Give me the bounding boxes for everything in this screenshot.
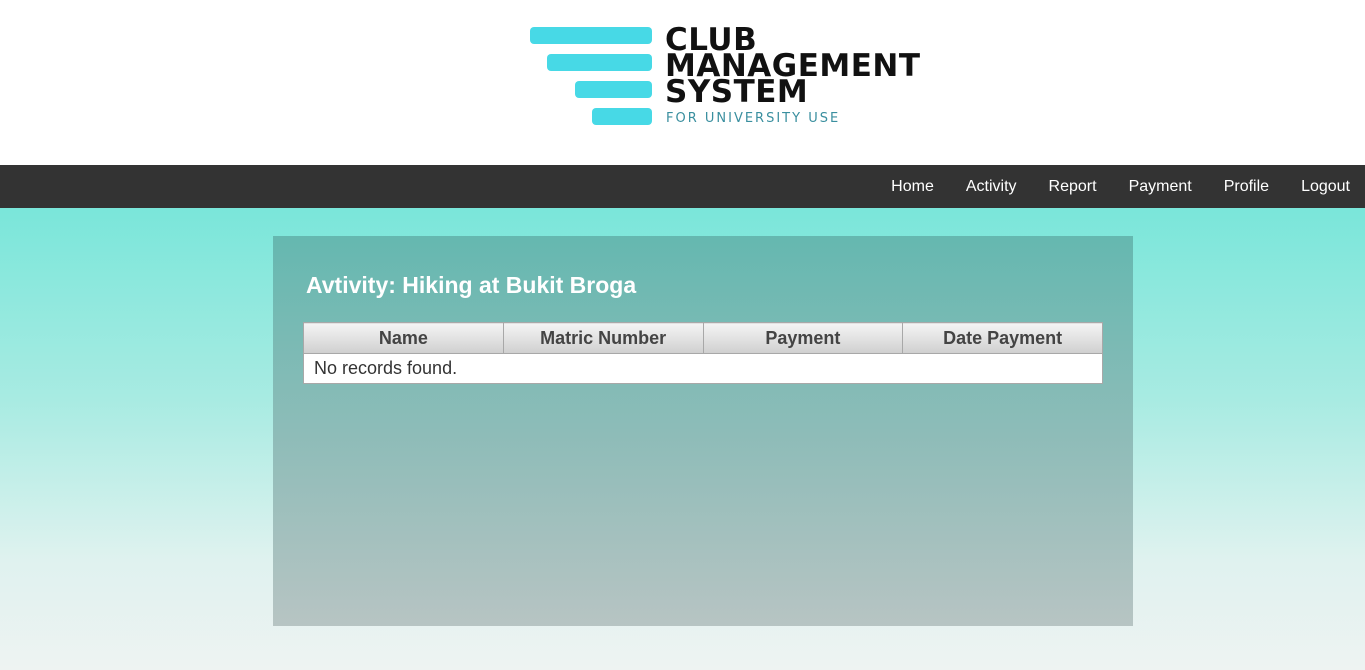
column-header-matric-number[interactable]: Matric Number [502, 322, 704, 354]
nav-report[interactable]: Report [1033, 165, 1113, 208]
nav-home[interactable]: Home [875, 165, 950, 208]
nav-activity[interactable]: Activity [950, 165, 1033, 208]
column-header-date-payment[interactable]: Date Payment [902, 322, 1103, 354]
table-row: No records found. [303, 353, 1103, 384]
column-header-payment[interactable]: Payment [702, 322, 904, 354]
club-management-logo[interactable]: CLUB MANAGEMENT SYSTEM FOR UNIVERSITY US… [530, 24, 1020, 129]
page-title: Avtivity: Hiking at Bukit Broga [306, 272, 637, 298]
content-panel: Avtivity: Hiking at Bukit Broga Name Mat… [273, 236, 1133, 626]
nav-payment[interactable]: Payment [1113, 165, 1208, 208]
nav-profile[interactable]: Profile [1208, 165, 1285, 208]
logo-stripe-icon [530, 27, 652, 44]
column-header-name[interactable]: Name [303, 322, 504, 354]
nav-logout[interactable]: Logout [1285, 165, 1365, 208]
logo-stripe-icon [547, 54, 652, 71]
top-navbar: Home Activity Report Payment Profile Log… [0, 165, 1365, 208]
payment-table: Name Matric Number Payment Date Payment … [303, 322, 1103, 384]
empty-message: No records found. [303, 353, 1103, 384]
site-header: CLUB MANAGEMENT SYSTEM FOR UNIVERSITY US… [0, 0, 1365, 165]
logo-text-line3: SYSTEM [665, 74, 809, 110]
logo-stripe-icon [592, 108, 652, 125]
nav-menu: Home Activity Report Payment Profile Log… [875, 165, 1365, 208]
table-header-row: Name Matric Number Payment Date Payment [303, 322, 1103, 354]
logo-tagline: FOR UNIVERSITY USE [666, 111, 841, 126]
logo-stripe-icon [575, 81, 652, 98]
